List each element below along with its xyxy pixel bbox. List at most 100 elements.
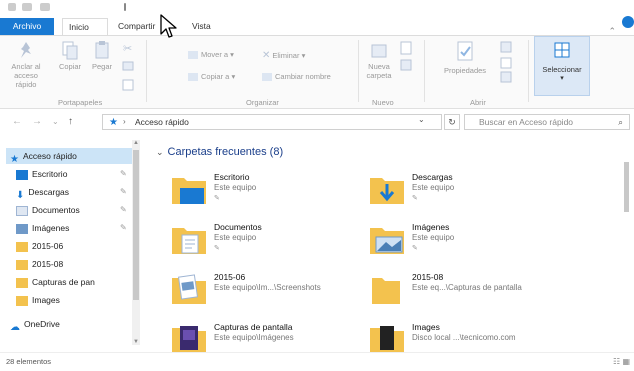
- folder-name: Descargas: [412, 172, 453, 182]
- tab-file[interactable]: Archivo: [0, 18, 54, 35]
- pin-quick-access-label: Anclar al acceso rápido: [11, 62, 41, 89]
- rename-icon: [262, 73, 272, 82]
- scroll-down-icon[interactable]: ▼: [132, 339, 140, 345]
- cut-icons[interactable]: ✂: [120, 40, 136, 96]
- folder-item-pictures[interactable]: Imágenes Este equipo ✎: [368, 220, 568, 266]
- images-folder-icon: [370, 326, 404, 354]
- folder-item-documents[interactable]: Documentos Este equipo ✎: [170, 220, 370, 266]
- paste-button[interactable]: Pegar: [88, 40, 116, 71]
- scroll-up-icon[interactable]: ▲: [132, 140, 140, 146]
- pin-icon[interactable]: ✎: [120, 202, 127, 218]
- paste-icon: [95, 41, 109, 59]
- pin-icon: ✎: [412, 195, 418, 202]
- nav-item-screenshots[interactable]: Capturas de pan: [16, 274, 95, 290]
- nav-item-label: Capturas de pan: [32, 277, 95, 287]
- folder-icon: [16, 259, 28, 270]
- ribbon-separator: [424, 40, 425, 102]
- view-mode-icons[interactable]: ☷ ▦: [613, 357, 630, 366]
- pin-icon: [21, 42, 31, 58]
- desktop-folder-icon: [172, 178, 206, 204]
- copy-button[interactable]: Copiar: [56, 40, 84, 71]
- search-placeholder: Buscar en Acceso rápido: [479, 117, 574, 127]
- select-button[interactable]: Seleccionar ▾: [534, 36, 590, 96]
- pin-icon[interactable]: ✎: [120, 166, 127, 182]
- folder-name: 2015-08: [412, 272, 444, 282]
- nav-scrollbar[interactable]: ▲ ▼: [132, 140, 140, 345]
- star-icon: ★: [10, 153, 19, 165]
- downloads-folder-icon: [370, 178, 404, 204]
- tab-share[interactable]: Compartir: [112, 18, 164, 35]
- rename-label: Cambiar nombre: [275, 72, 331, 81]
- open-icons[interactable]: [498, 40, 518, 86]
- quick-access-icon[interactable]: [124, 3, 126, 11]
- folder-item-2015-06[interactable]: 2015-06 Este equipo\Im...\Screenshots: [170, 270, 370, 316]
- nav-item-onedrive[interactable]: ☁ OneDrive: [10, 316, 60, 333]
- folder-name: 2015-06: [214, 272, 246, 282]
- address-row: ← → ⌄ ↑ ★ › Acceso rápido ⌄ ↻ Buscar en …: [0, 109, 634, 135]
- refresh-icon[interactable]: ↻: [444, 114, 460, 130]
- pin-icon[interactable]: ✎: [120, 220, 127, 236]
- nav-item-2015-08[interactable]: 2015-08: [16, 256, 63, 272]
- ribbon-separator: [528, 40, 529, 102]
- folder-item-downloads[interactable]: Descargas Este equipo ✎: [368, 170, 568, 216]
- folder-item-2015-08[interactable]: 2015-08 Este eq...\Capturas de pantalla: [368, 270, 568, 316]
- breadcrumb[interactable]: Acceso rápido: [135, 117, 189, 127]
- folder-icon: [16, 241, 28, 252]
- nav-item-2015-06[interactable]: 2015-06: [16, 238, 63, 254]
- forward-icon[interactable]: →: [32, 116, 42, 127]
- copy-label: Copiar: [58, 62, 82, 71]
- nav-item-documents[interactable]: Documentos ✎: [16, 202, 127, 218]
- copy-to-button[interactable]: Copiar a ▾: [188, 72, 235, 82]
- nav-item-pictures[interactable]: Imágenes ✎: [16, 220, 127, 236]
- address-bar[interactable]: ★ › Acceso rápido: [102, 114, 442, 130]
- quick-access-icon[interactable]: [40, 3, 50, 11]
- quick-access-icon[interactable]: [22, 3, 32, 11]
- screenshots-folder-icon: [172, 326, 206, 354]
- properties-button[interactable]: Propiedades: [436, 40, 494, 75]
- folder-name: Documentos: [214, 222, 262, 232]
- documents-icon: [16, 205, 28, 216]
- scrollbar-thumb[interactable]: [624, 162, 629, 212]
- ribbon: Anclar al acceso rápido Copiar Pegar ✂ P…: [0, 36, 634, 109]
- frequent-folders-header[interactable]: ⌄ Carpetas frecuentes (8): [156, 146, 283, 158]
- pin-icon[interactable]: ✎: [120, 184, 127, 200]
- pin-icon: ✎: [412, 245, 418, 252]
- delete-label: Eliminar: [272, 51, 300, 60]
- move-to-button[interactable]: Mover a ▾: [188, 50, 234, 60]
- folder-location: Este equipo: [412, 233, 455, 242]
- delete-button[interactable]: ✕ Eliminar ▾: [262, 50, 305, 61]
- search-icon[interactable]: ⌕: [618, 115, 623, 129]
- pin-quick-access-button[interactable]: Anclar al acceso rápido: [4, 40, 48, 89]
- nav-item-desktop[interactable]: Escritorio ✎: [16, 166, 127, 182]
- new-item-icons[interactable]: [398, 40, 416, 80]
- scrollbar-thumb[interactable]: [133, 150, 139, 300]
- pin-icon: ✎: [214, 245, 220, 252]
- tab-home[interactable]: Inicio: [62, 18, 108, 35]
- folder-location: Este equipo\Imágenes: [214, 333, 294, 342]
- svg-text:✂: ✂: [123, 42, 132, 55]
- properties-icon: [457, 41, 473, 61]
- nav-item-images[interactable]: Images: [16, 292, 60, 308]
- up-icon[interactable]: ↑: [68, 116, 73, 127]
- new-folder-button[interactable]: Nueva carpeta: [364, 40, 394, 80]
- section-title: Carpetas frecuentes (8): [167, 146, 284, 158]
- folder-item-desktop[interactable]: Escritorio Este equipo ✎: [170, 170, 370, 216]
- nav-item-downloads[interactable]: ⬇ Descargas ✎: [16, 184, 127, 201]
- recent-dropdown-icon[interactable]: ⌄: [52, 117, 59, 126]
- content-scrollbar[interactable]: [622, 140, 630, 350]
- search-input[interactable]: Buscar en Acceso rápido ⌕: [464, 114, 630, 130]
- rename-button[interactable]: Cambiar nombre: [262, 72, 331, 82]
- move-icon: [188, 51, 198, 60]
- chevron-down-icon[interactable]: ⌄: [156, 147, 164, 157]
- tab-view[interactable]: Vista: [186, 18, 226, 35]
- select-grid-icon: [554, 42, 570, 58]
- copy-icon: [62, 41, 78, 60]
- back-icon[interactable]: ←: [12, 116, 22, 127]
- quick-access-icon[interactable]: [8, 3, 16, 11]
- new-folder-icon: [371, 44, 387, 58]
- nav-item-quick-access[interactable]: ★ Acceso rápido: [6, 148, 134, 165]
- address-dropdown-icon[interactable]: ⌄: [418, 115, 425, 124]
- move-to-label: Mover a: [201, 50, 229, 59]
- breadcrumb-separator-icon[interactable]: ›: [123, 115, 126, 129]
- ribbon-tabs: Archivo Inicio Compartir Vista: [0, 18, 634, 36]
